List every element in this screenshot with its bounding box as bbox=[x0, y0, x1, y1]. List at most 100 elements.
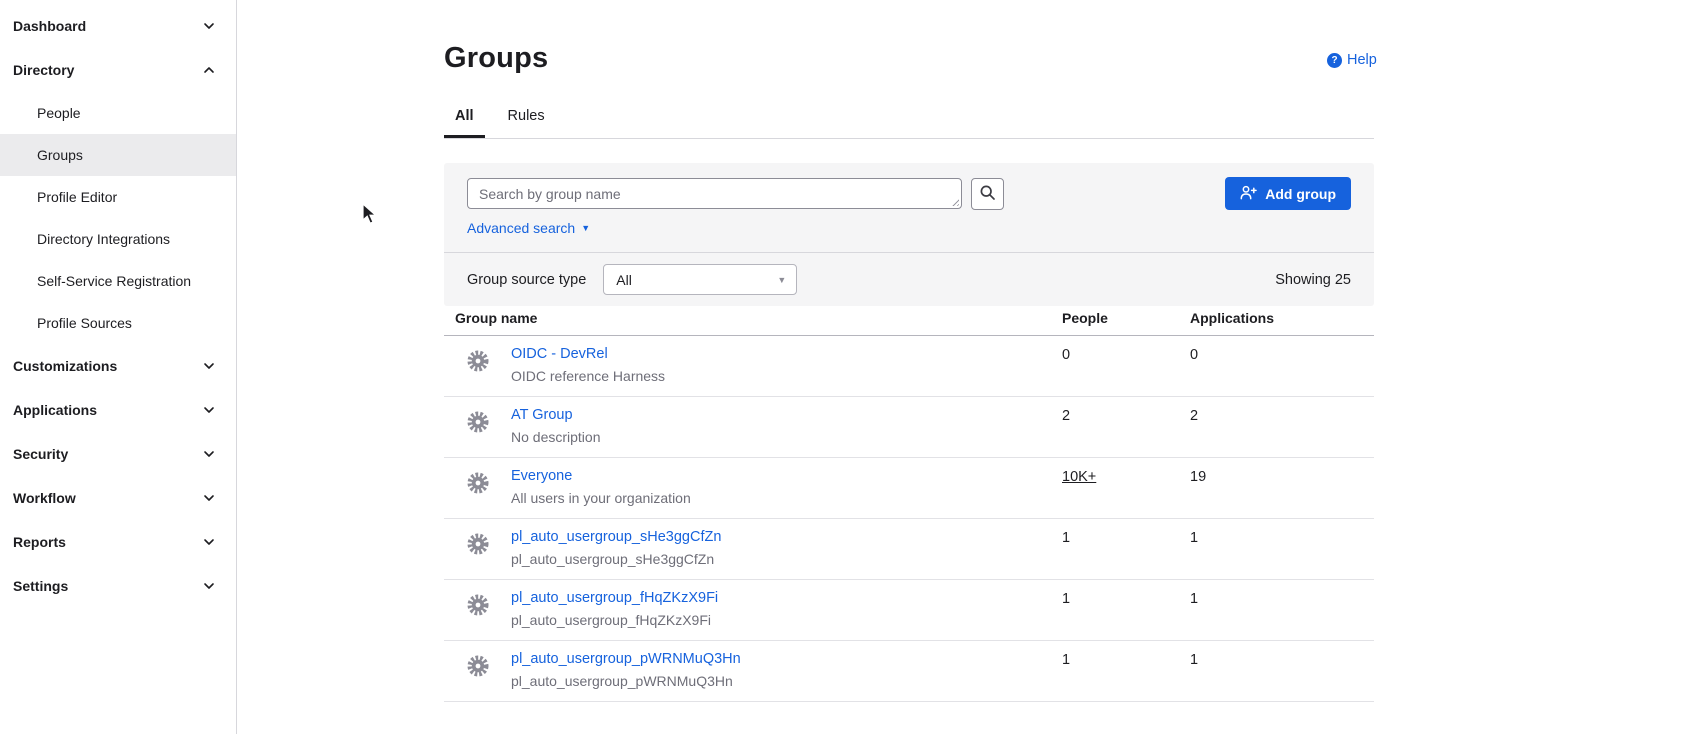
group-icon bbox=[466, 471, 490, 495]
table-row: pl_auto_usergroup_pWRNMuQ3Hn pl_auto_use… bbox=[444, 641, 1374, 702]
sidebar-item-label: Self-Service Registration bbox=[37, 273, 191, 289]
help-link[interactable]: ? Help bbox=[1327, 52, 1377, 68]
sidebar-item-applications[interactable]: Applications bbox=[0, 388, 236, 432]
sidebar-item-settings[interactable]: Settings bbox=[0, 564, 236, 608]
groups-table: Group name People Applications OIDC - De… bbox=[444, 310, 1374, 702]
applications-count: 1 bbox=[1190, 590, 1374, 607]
sidebar-item-security[interactable]: Security bbox=[0, 432, 236, 476]
sidebar-item-profile-sources[interactable]: Profile Sources bbox=[0, 302, 236, 344]
search-icon bbox=[979, 184, 996, 204]
chevron-down-icon bbox=[203, 20, 215, 32]
sidebar-item-label: Applications bbox=[13, 402, 97, 418]
column-header-applications: Applications bbox=[1190, 310, 1374, 326]
sidebar: Dashboard Directory People Groups Profil… bbox=[0, 0, 237, 734]
advanced-search-label: Advanced search bbox=[467, 220, 575, 236]
sidebar-item-reports[interactable]: Reports bbox=[0, 520, 236, 564]
group-name-link[interactable]: Everyone bbox=[511, 468, 691, 484]
add-group-button[interactable]: Add group bbox=[1225, 177, 1351, 210]
sidebar-item-label: Reports bbox=[13, 534, 66, 550]
people-count: 1 bbox=[1062, 529, 1190, 546]
group-icon bbox=[466, 410, 490, 434]
sidebar-item-directory-integrations[interactable]: Directory Integrations bbox=[0, 218, 236, 260]
table-row: OIDC - DevRel OIDC reference Harness 0 0 bbox=[444, 336, 1374, 397]
table-header: Group name People Applications bbox=[444, 310, 1374, 336]
add-user-icon bbox=[1240, 185, 1257, 203]
group-search-input[interactable] bbox=[467, 178, 962, 209]
chevron-down-icon bbox=[203, 448, 215, 460]
people-count: 1 bbox=[1062, 590, 1190, 607]
group-description: pl_auto_usergroup_pWRNMuQ3Hn bbox=[511, 673, 741, 701]
chevron-down-icon bbox=[203, 360, 215, 372]
help-label: Help bbox=[1347, 52, 1377, 68]
applications-count: 2 bbox=[1190, 407, 1374, 424]
group-name-link[interactable]: OIDC - DevRel bbox=[511, 346, 665, 362]
sidebar-item-groups[interactable]: Groups bbox=[0, 134, 236, 176]
sidebar-item-label: Settings bbox=[13, 578, 68, 594]
chevron-down-icon bbox=[203, 404, 215, 416]
group-icon bbox=[466, 532, 490, 556]
help-icon: ? bbox=[1327, 53, 1342, 68]
group-description: pl_auto_usergroup_fHqZKzX9Fi bbox=[511, 612, 718, 640]
table-row: pl_auto_usergroup_fHqZKzX9Fi pl_auto_use… bbox=[444, 580, 1374, 641]
caret-down-icon: ▼ bbox=[777, 275, 786, 285]
tab-bar: All Rules bbox=[444, 104, 1374, 139]
people-count: 1 bbox=[1062, 651, 1190, 668]
search-panel: Add group Advanced search ▼ Group source… bbox=[444, 163, 1374, 306]
chevron-down-icon bbox=[203, 492, 215, 504]
group-description: OIDC reference Harness bbox=[511, 368, 665, 396]
sidebar-item-dashboard[interactable]: Dashboard bbox=[0, 4, 236, 48]
table-row: Everyone All users in your organization … bbox=[444, 458, 1374, 519]
group-icon bbox=[466, 593, 490, 617]
search-button[interactable] bbox=[971, 178, 1004, 210]
people-count: 0 bbox=[1062, 346, 1190, 363]
column-header-people: People bbox=[1062, 310, 1190, 326]
group-description: pl_auto_usergroup_sHe3ggCfZn bbox=[511, 551, 721, 579]
sidebar-item-label: Profile Sources bbox=[37, 315, 132, 331]
sidebar-item-self-service-registration[interactable]: Self-Service Registration bbox=[0, 260, 236, 302]
chevron-down-icon bbox=[203, 580, 215, 592]
group-description: All users in your organization bbox=[511, 490, 691, 518]
table-row: AT Group No description 2 2 bbox=[444, 397, 1374, 458]
advanced-search-link[interactable]: Advanced search ▼ bbox=[467, 220, 590, 236]
applications-count: 0 bbox=[1190, 346, 1374, 363]
applications-count: 1 bbox=[1190, 529, 1374, 546]
group-name-link[interactable]: pl_auto_usergroup_pWRNMuQ3Hn bbox=[511, 651, 741, 667]
caret-down-icon: ▼ bbox=[581, 224, 590, 233]
mouse-cursor-icon bbox=[362, 203, 380, 230]
group-source-type-label: Group source type bbox=[467, 272, 586, 288]
sidebar-item-label: Workflow bbox=[13, 490, 76, 506]
sidebar-item-label: Directory bbox=[13, 62, 74, 78]
sidebar-item-label: Directory Integrations bbox=[37, 231, 170, 247]
group-source-type-select[interactable]: All ▼ bbox=[603, 264, 797, 295]
sidebar-item-label: Groups bbox=[37, 147, 83, 163]
applications-count: 19 bbox=[1190, 468, 1374, 485]
sidebar-item-label: Customizations bbox=[13, 358, 117, 374]
people-count-link[interactable]: 10K+ bbox=[1062, 468, 1190, 485]
sidebar-item-label: Security bbox=[13, 446, 68, 462]
group-icon bbox=[466, 349, 490, 373]
showing-count: Showing 25 bbox=[1275, 272, 1351, 288]
column-header-group-name: Group name bbox=[444, 310, 1062, 326]
chevron-down-icon bbox=[203, 536, 215, 548]
page-title: Groups bbox=[444, 42, 548, 75]
applications-count: 1 bbox=[1190, 651, 1374, 668]
group-name-link[interactable]: pl_auto_usergroup_sHe3ggCfZn bbox=[511, 529, 721, 545]
group-icon bbox=[466, 654, 490, 678]
group-name-link[interactable]: AT Group bbox=[511, 407, 601, 423]
group-description: No description bbox=[511, 429, 601, 457]
table-row: pl_auto_usergroup_sHe3ggCfZn pl_auto_use… bbox=[444, 519, 1374, 580]
sidebar-item-label: People bbox=[37, 105, 81, 121]
tab-all[interactable]: All bbox=[444, 104, 485, 138]
sidebar-item-directory[interactable]: Directory bbox=[0, 48, 236, 92]
tab-rules[interactable]: Rules bbox=[497, 104, 556, 138]
add-group-label: Add group bbox=[1265, 186, 1336, 202]
sidebar-item-label: Profile Editor bbox=[37, 189, 117, 205]
people-count: 2 bbox=[1062, 407, 1190, 424]
sidebar-item-customizations[interactable]: Customizations bbox=[0, 344, 236, 388]
group-source-type-value: All bbox=[616, 272, 632, 288]
sidebar-item-workflow[interactable]: Workflow bbox=[0, 476, 236, 520]
group-name-link[interactable]: pl_auto_usergroup_fHqZKzX9Fi bbox=[511, 590, 718, 606]
sidebar-item-people[interactable]: People bbox=[0, 92, 236, 134]
sidebar-item-profile-editor[interactable]: Profile Editor bbox=[0, 176, 236, 218]
sidebar-item-label: Dashboard bbox=[13, 18, 86, 34]
